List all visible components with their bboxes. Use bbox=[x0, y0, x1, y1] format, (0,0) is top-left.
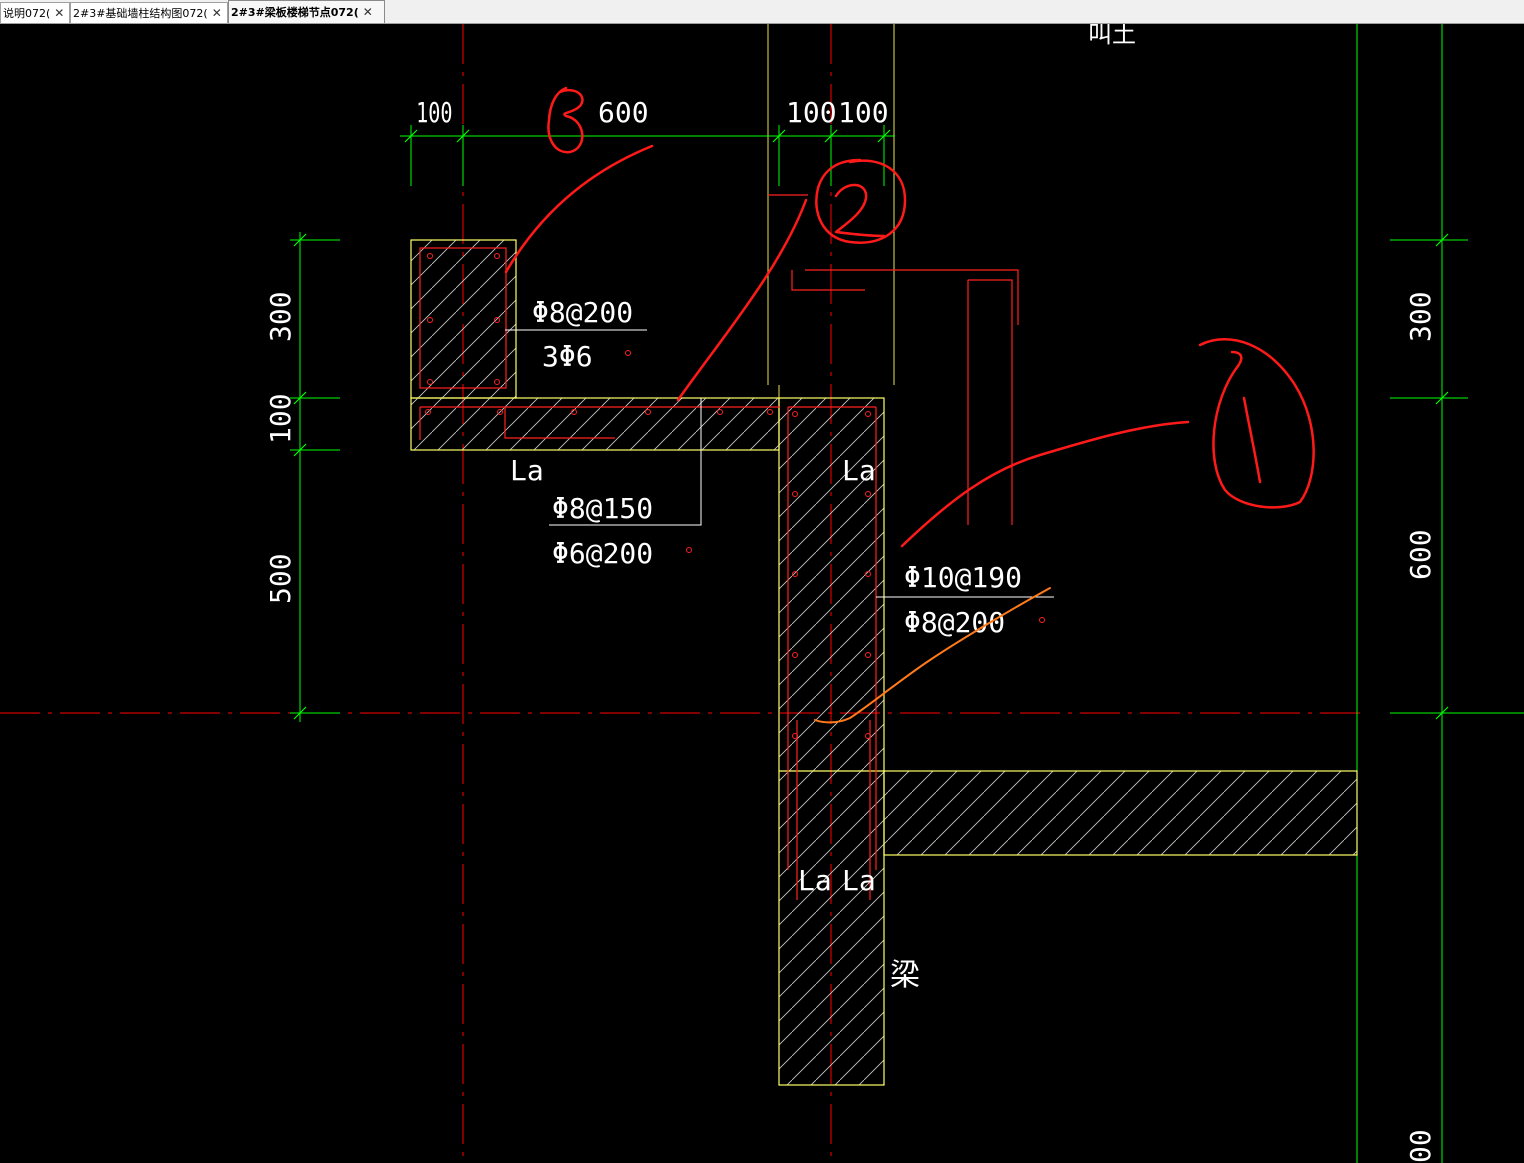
dim-left-2: 100 bbox=[264, 393, 297, 444]
close-icon[interactable]: ✕ bbox=[212, 6, 222, 20]
tab-label: 2#3#基础墙柱结构图072( bbox=[73, 7, 208, 20]
anchor-label-wall-left: La bbox=[798, 864, 832, 897]
document-tab-bar: 说明072( ✕ 2#3#基础墙柱结构图072( ✕ 2#3#梁板楼梯节点072… bbox=[0, 0, 1524, 24]
dim-left-3: 500 bbox=[264, 553, 297, 604]
tab-beam-slab-stair-detail[interactable]: 2#3#梁板楼梯节点072( ✕ bbox=[228, 0, 385, 23]
dim-left-1: 300 bbox=[264, 291, 297, 342]
anchor-label-slab: La bbox=[510, 454, 544, 487]
dim-top-2: 600 bbox=[598, 96, 649, 129]
tab-label: 说明072( bbox=[3, 7, 51, 20]
dim-top-1: 100 bbox=[416, 96, 452, 129]
anchor-label-wall-top: La bbox=[842, 454, 876, 487]
slab-dist-rebar-label: Φ6@200 bbox=[552, 537, 653, 570]
top-partial-label: 叫土 bbox=[1088, 24, 1136, 48]
anchor-label-wall-right: La bbox=[842, 864, 876, 897]
dim-right-1: 300 bbox=[1404, 291, 1437, 342]
dim-right-3: 00 bbox=[1404, 1129, 1437, 1163]
close-icon[interactable]: ✕ bbox=[54, 6, 64, 20]
axis-lines bbox=[0, 24, 1360, 1163]
dim-right-2: 600 bbox=[1404, 529, 1437, 580]
close-icon[interactable]: ✕ bbox=[363, 5, 373, 19]
dim-top-4: 100 bbox=[838, 96, 889, 129]
grid-lines-right bbox=[1356, 24, 1443, 1163]
upper-beam-bar-label: 3Φ6 bbox=[542, 340, 593, 373]
slab-main-rebar-label: Φ8@150 bbox=[552, 492, 653, 525]
tab-notes[interactable]: 说明072( ✕ bbox=[0, 2, 70, 23]
beam-label: 梁 bbox=[890, 958, 920, 993]
cad-drawing-canvas[interactable]: 叫土 100 600 100 100 300 100 500 300 600 0… bbox=[0, 24, 1524, 1163]
rebar-dots bbox=[425, 253, 1045, 739]
wall-vertical-rebar-label: Φ10@190 bbox=[904, 561, 1022, 594]
tab-label: 2#3#梁板楼梯节点072( bbox=[231, 6, 359, 19]
tab-foundation-wall-column[interactable]: 2#3#基础墙柱结构图072( ✕ bbox=[70, 2, 228, 23]
upper-beam-stirrup-label: Φ8@200 bbox=[532, 296, 633, 329]
dim-top-3: 100 bbox=[786, 96, 837, 129]
